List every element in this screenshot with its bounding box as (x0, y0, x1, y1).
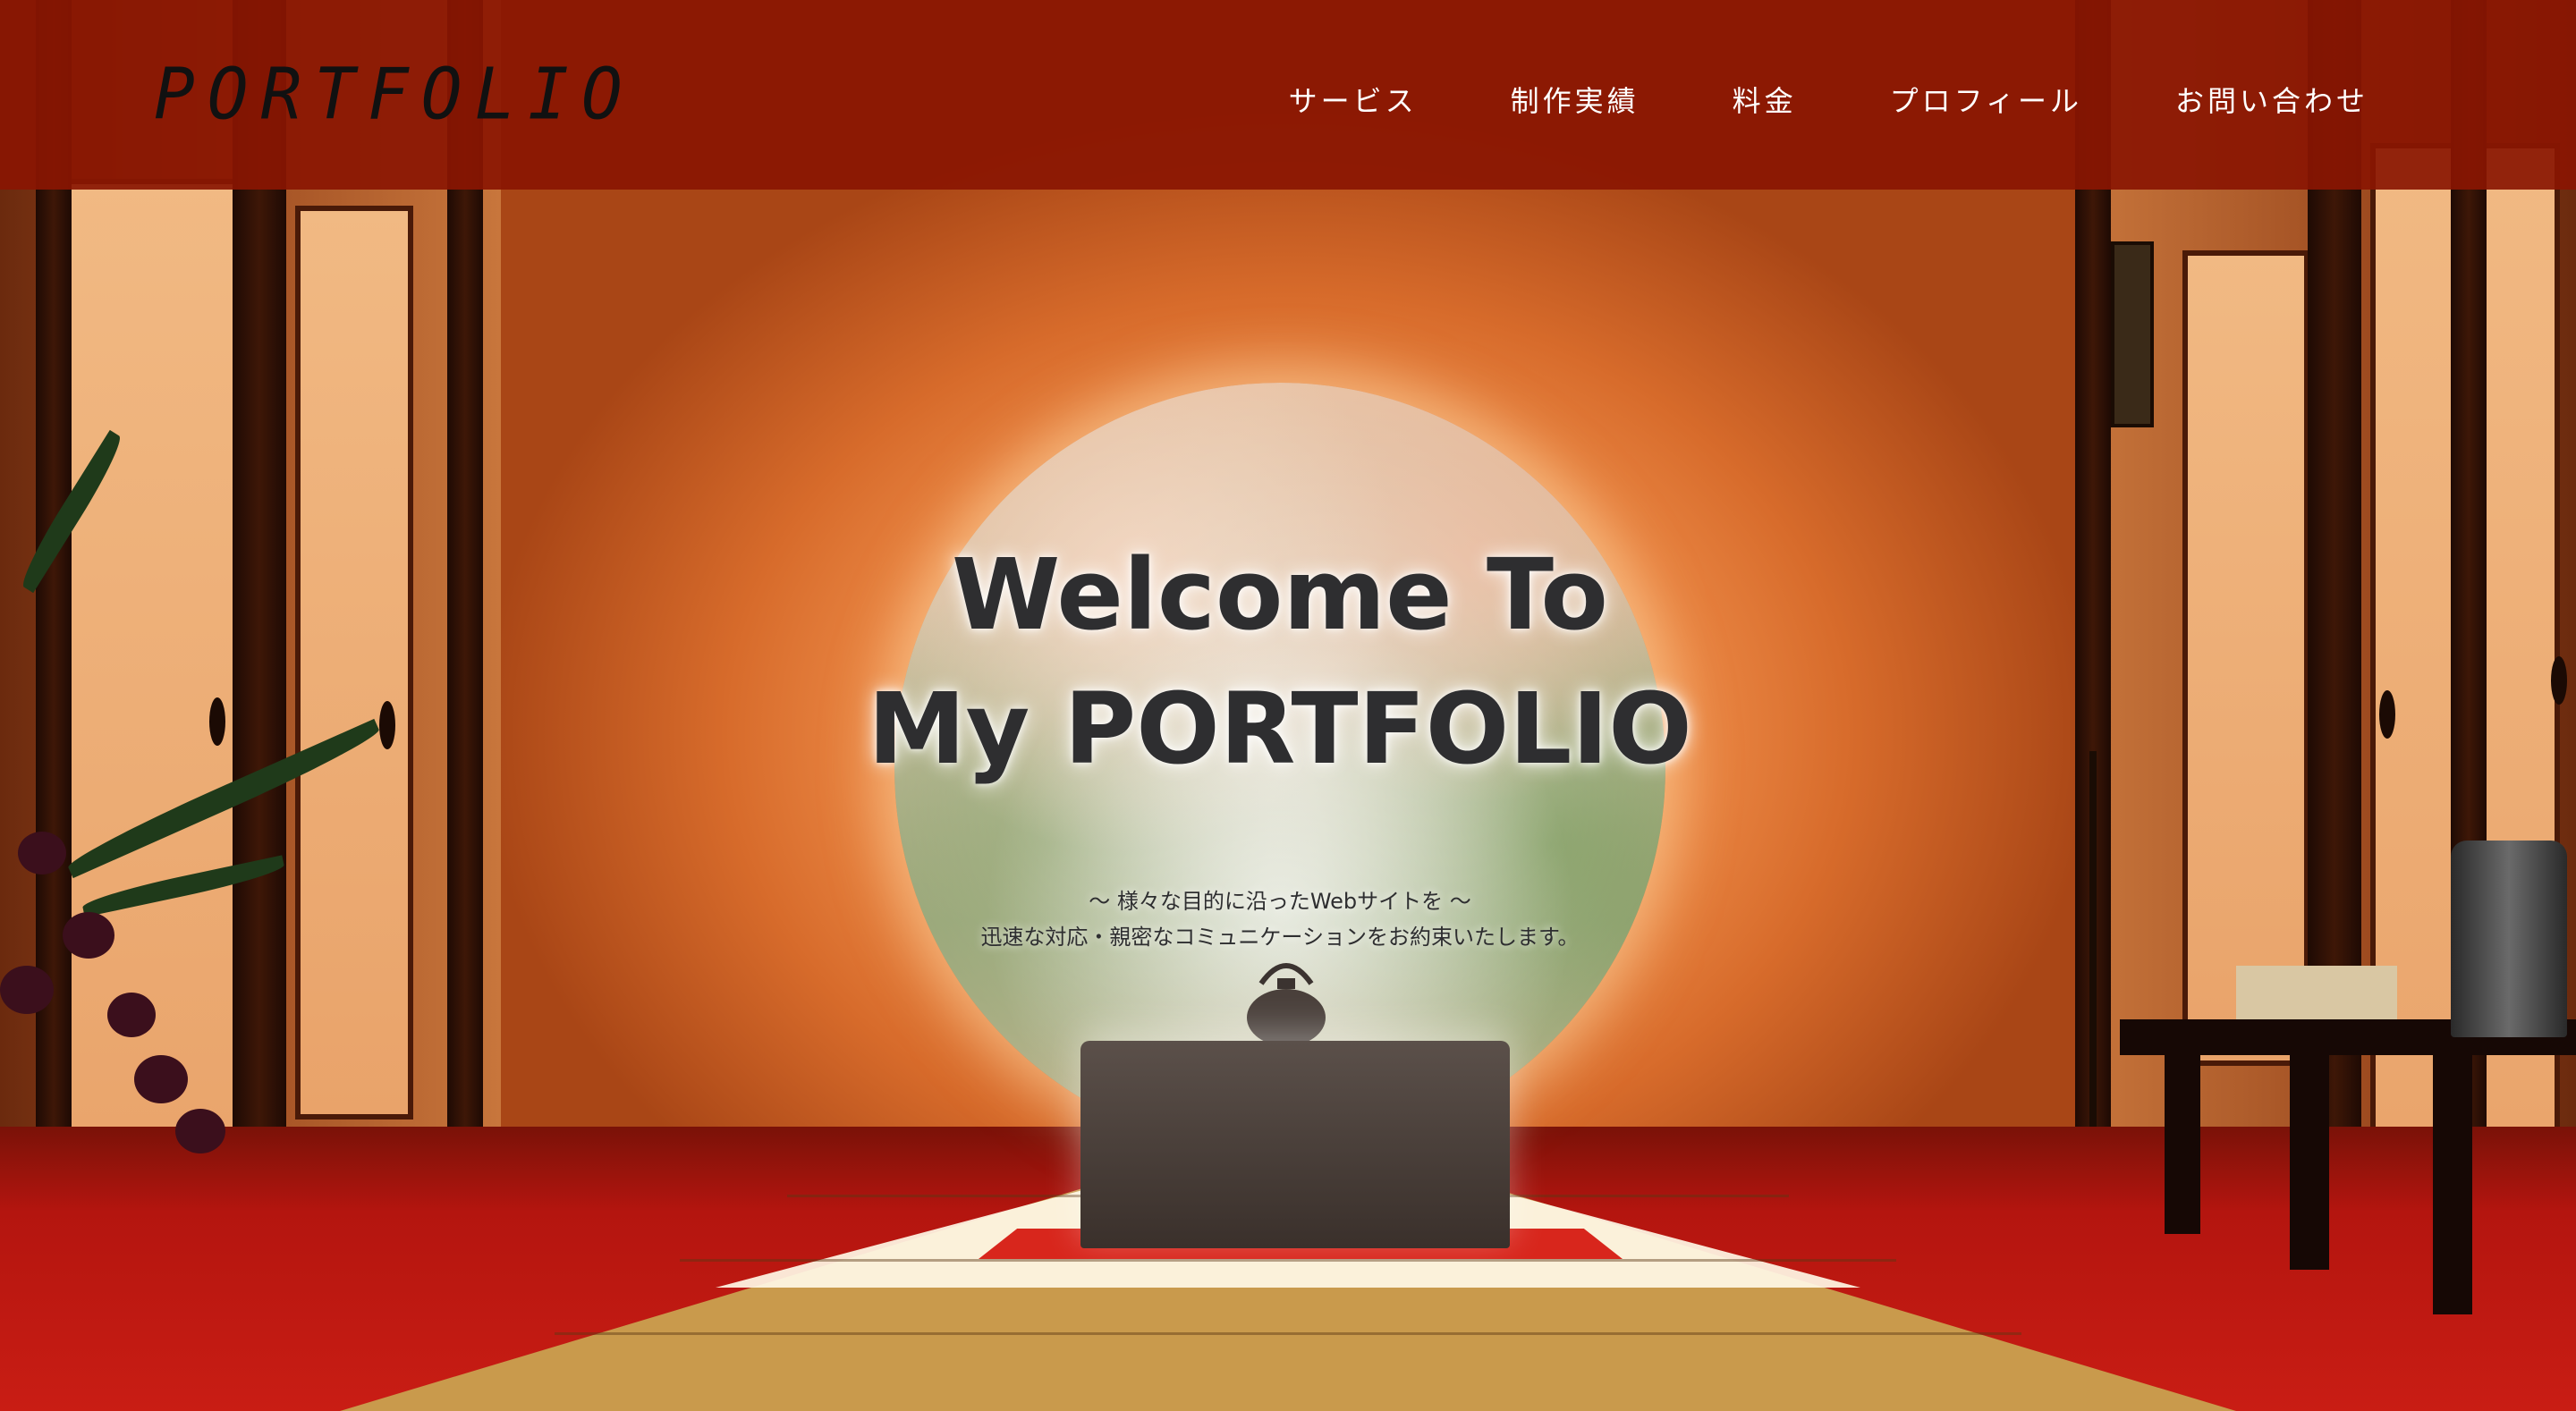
nav-item-profile[interactable]: プロフィール (1890, 79, 2082, 120)
orchid-flower (18, 832, 66, 874)
low-table (1080, 1041, 1510, 1248)
orchid-flower (0, 966, 54, 1014)
hero-title: Welcome To My PORTFOLIO (841, 528, 1719, 796)
door-handle (2379, 690, 2395, 739)
side-table-leg (2165, 1055, 2200, 1234)
orchid-flower (134, 1055, 188, 1103)
tray (2236, 966, 2397, 1019)
candle-stand (2089, 751, 2097, 1127)
main-nav: サービス 制作実績 料金 プロフィール お問い合わせ (1289, 79, 2368, 120)
left-sliding-door (295, 206, 413, 1120)
hero-subtitle-line1: 〜 様々な目的に沿ったWebサイトを 〜 (1089, 889, 1471, 914)
nav-item-pricing[interactable]: 料金 (1733, 79, 1797, 120)
side-table-leg (2290, 1055, 2329, 1270)
door-handle (209, 697, 225, 746)
side-table-leg (2433, 1055, 2472, 1314)
site-header: PORTFOLIO サービス 制作実績 料金 プロフィール お問い合わせ (0, 0, 2576, 190)
hero-title-line1: Welcome To (951, 537, 1608, 652)
nav-item-contact[interactable]: お問い合わせ (2175, 79, 2368, 120)
orchid-flower (107, 993, 156, 1037)
hero-title-line2: My PORTFOLIO (868, 672, 1692, 786)
site-logo[interactable]: PORTFOLIO (154, 52, 635, 135)
nav-item-services[interactable]: サービス (1289, 79, 1418, 120)
nav-item-works[interactable]: 制作実績 (1511, 79, 1640, 120)
kettle-icon (1247, 963, 1326, 1046)
hero-subtitle: 〜 様々な目的に沿ったWebサイトを 〜 迅速な対応・親密なコミュニケーションを… (859, 883, 1701, 955)
tatami-seam (555, 1332, 2021, 1335)
orchid-flower (63, 912, 114, 959)
door-handle (2551, 656, 2567, 705)
hero-subtitle-line2: 迅速な対応・親密なコミュニケーションをお約束いたします。 (980, 925, 1580, 950)
right-sliding-door (2182, 250, 2309, 1066)
hanging-scroll (2111, 241, 2154, 427)
door-handle (379, 701, 395, 749)
orchid-flower (175, 1109, 225, 1153)
tatami-seam (680, 1259, 1896, 1262)
thermos (2451, 841, 2567, 1037)
